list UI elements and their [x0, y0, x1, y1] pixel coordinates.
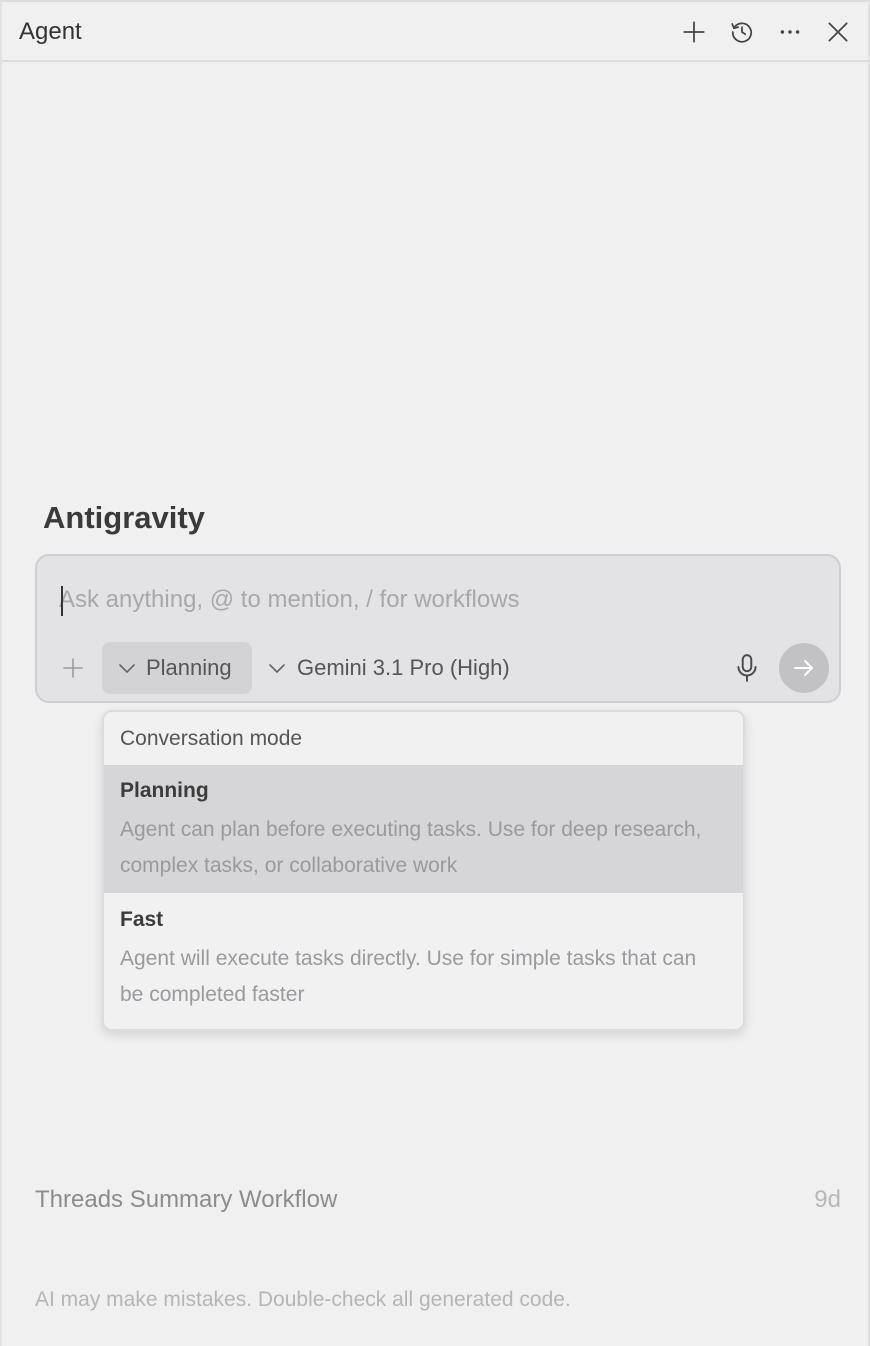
chat-input[interactable]	[59, 582, 739, 618]
history-icon	[731, 22, 753, 43]
thread-item[interactable]: Threads Summary Workflow 9d	[35, 1178, 841, 1222]
mode-option-title: Fast	[120, 908, 164, 931]
new-chat-button[interactable]	[676, 14, 712, 50]
mode-option-planning[interactable]: Planning Agent can plan before executing…	[104, 765, 743, 893]
history-button[interactable]	[724, 14, 760, 50]
plus-icon	[63, 658, 83, 678]
panel-title: Agent	[19, 18, 82, 45]
close-icon	[828, 22, 848, 42]
voice-input-button[interactable]	[731, 650, 763, 686]
mode-option-fast[interactable]: Fast Agent will execute tasks directly. …	[104, 893, 743, 1029]
arrow-right-icon	[794, 660, 813, 676]
model-selector-button[interactable]: Gemini 3.1 Pro (High)	[263, 642, 533, 694]
ai-disclaimer: AI may make mistakes. Double-check all g…	[35, 1288, 571, 1311]
panel-header: Agent	[2, 2, 868, 62]
thread-age: 9d	[814, 1186, 841, 1213]
send-button[interactable]	[779, 643, 829, 693]
close-button[interactable]	[820, 14, 856, 50]
microphone-icon	[737, 654, 757, 682]
chevron-down-icon	[119, 664, 135, 673]
model-selector-label: Gemini 3.1 Pro (High)	[297, 655, 510, 680]
chevron-down-icon	[269, 664, 285, 673]
mode-selector-label: Planning	[146, 655, 232, 680]
mode-selector-button[interactable]: Planning	[102, 642, 252, 694]
brand-title: Antigravity	[43, 500, 205, 535]
thread-title: Threads Summary Workflow	[35, 1186, 338, 1213]
plus-icon	[683, 21, 705, 43]
attach-button[interactable]	[57, 652, 89, 684]
mode-option-description: Agent can plan before executing tasks. U…	[120, 818, 702, 877]
more-button[interactable]	[772, 14, 808, 50]
text-caret	[61, 586, 63, 616]
dropdown-header: Conversation mode	[120, 727, 303, 750]
mode-option-description: Agent will execute tasks directly. Use f…	[120, 947, 697, 1006]
conversation-mode-dropdown: Conversation mode Planning Agent can pla…	[102, 710, 745, 1031]
mode-option-title: Planning	[120, 779, 209, 802]
agent-panel: Agent Antigravity Ask anything, @ to men…	[0, 0, 870, 1346]
chat-composer: Planning Gemini 3.1 Pro (High)	[35, 554, 841, 703]
more-horizontal-icon	[780, 30, 800, 34]
